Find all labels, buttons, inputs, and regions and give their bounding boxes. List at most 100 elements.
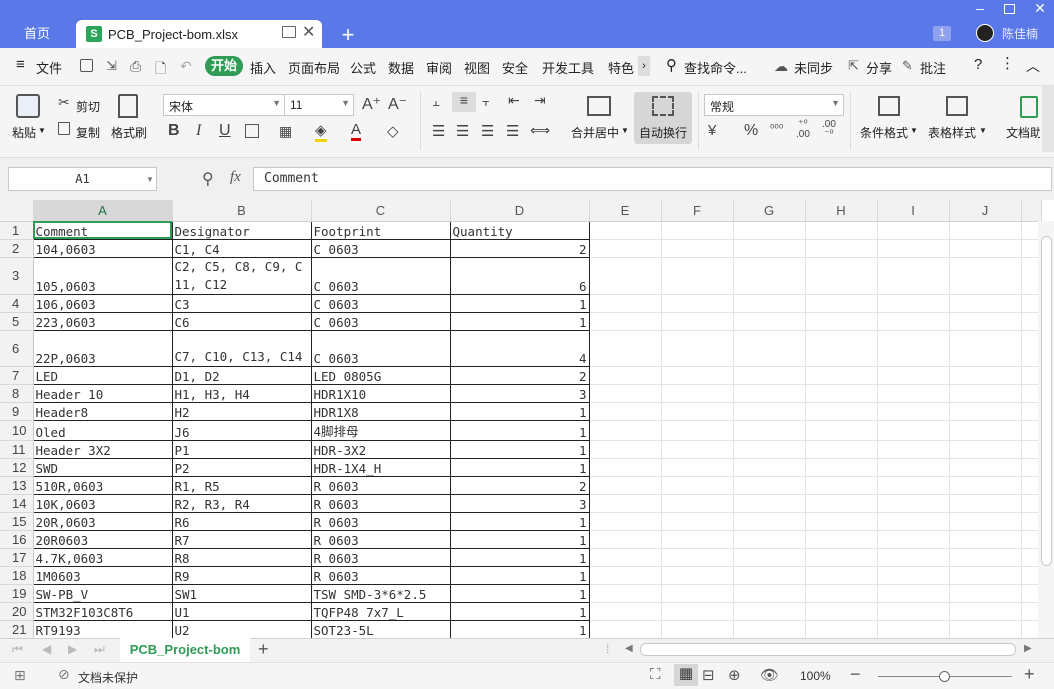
zoom-out-button[interactable]: − [850,664,861,685]
empty-cell[interactable] [805,494,878,513]
data-cell[interactable]: 1 [449,565,590,585]
empty-cell[interactable] [733,420,806,441]
menu-more-icon[interactable]: › [638,56,650,76]
data-cell[interactable]: C6 [171,311,312,331]
data-cell[interactable]: TSW SMD-3*6*2.5 [310,583,451,603]
empty-cell[interactable] [805,221,878,240]
empty-cell[interactable] [589,458,662,477]
empty-cell[interactable] [805,294,878,313]
decrease-font-icon[interactable]: A⁻ [388,94,407,114]
data-cell[interactable]: U1 [171,601,312,621]
data-cell[interactable]: SOT23-5L [310,619,451,638]
data-cell[interactable]: 1 [449,401,590,421]
bold-button[interactable]: B [168,122,180,140]
empty-cell[interactable] [949,221,1022,240]
row-header[interactable]: 15 [0,512,34,531]
empty-cell[interactable] [661,384,734,403]
empty-cell[interactable] [805,476,878,495]
maximize-icon[interactable] [1004,4,1015,14]
empty-cell[interactable] [661,620,734,638]
reading-mode-icon[interactable]: 👁 [760,666,779,684]
data-cell[interactable]: 1 [449,511,590,531]
scroll-left-icon[interactable]: ◀ [625,643,633,654]
data-cell[interactable]: 1 [449,619,590,638]
data-cell[interactable]: 4.7K,0603 [32,547,173,567]
menu-page-layout[interactable]: 页面布局 [288,58,340,77]
data-cell[interactable]: 20R0603 [32,529,173,549]
empty-cell[interactable] [589,548,662,567]
row-header[interactable]: 9 [0,402,34,421]
empty-cell[interactable] [733,312,806,331]
data-cell[interactable]: 20R,0603 [32,511,173,531]
paste-icon[interactable] [16,94,40,118]
ribbon-scroll[interactable] [1042,86,1054,152]
copy-icon[interactable] [58,122,70,135]
data-cell[interactable]: 3 [449,493,590,513]
notification-badge[interactable]: 1 [933,26,951,41]
empty-cell[interactable] [877,294,950,313]
menu-start[interactable]: 开始 [205,56,243,76]
function-button[interactable]: fx [230,169,241,186]
empty-cell[interactable] [733,584,806,603]
empty-cell[interactable] [877,566,950,585]
data-cell[interactable]: C1, C4 [171,238,312,258]
header-cell[interactable]: Footprint [310,220,451,240]
empty-cell[interactable] [589,312,662,331]
empty-cell[interactable] [661,257,734,295]
row-header[interactable]: 3 [0,257,34,295]
table-style-dropdown-icon[interactable]: ▼ [979,126,987,135]
merge-dropdown-icon[interactable]: ▼ [621,126,629,135]
empty-cell[interactable] [877,620,950,638]
zoom-search-icon[interactable]: ⚲ [202,169,214,189]
empty-cell[interactable] [661,440,734,459]
empty-cell[interactable] [877,384,950,403]
data-cell[interactable]: C 0603 [310,329,451,367]
copy-button[interactable]: 复制 [76,124,100,141]
prev-sheet-icon[interactable]: ◀ [42,642,51,656]
data-cell[interactable]: C3 [171,293,312,313]
border-icon[interactable] [245,124,259,138]
empty-cell[interactable] [877,366,950,385]
empty-cell[interactable] [805,239,878,258]
menu-file[interactable]: 文件 [36,58,62,77]
empty-cell[interactable] [733,257,806,295]
column-header[interactable]: B [172,200,312,222]
conditional-format-dropdown-icon[interactable]: ▼ [910,126,918,135]
row-header[interactable]: 10 [0,420,34,441]
search-icon[interactable]: ⚲ [666,56,677,74]
empty-cell[interactable] [949,366,1022,385]
empty-cell[interactable] [733,530,806,549]
data-cell[interactable]: 1 [449,529,590,549]
formula-input[interactable]: Comment [253,167,1052,191]
data-cell[interactable]: HDR1X8 [310,401,451,421]
empty-cell[interactable] [661,458,734,477]
empty-cell[interactable] [589,476,662,495]
restore-tab-icon[interactable] [282,26,296,38]
data-cell[interactable]: R1, R5 [171,475,312,495]
data-cell[interactable]: 2 [449,475,590,495]
empty-cell[interactable] [589,620,662,638]
empty-cell[interactable] [805,566,878,585]
empty-cell[interactable] [589,602,662,621]
currency-icon[interactable]: ¥ [708,122,716,139]
empty-cell[interactable] [733,440,806,459]
conditional-format-icon[interactable] [878,96,900,116]
zoom-slider-knob[interactable] [939,671,950,682]
data-cell[interactable]: 1 [449,311,590,331]
name-box[interactable]: A1 [8,167,157,191]
data-cell[interactable]: STM32F103C8T6 [32,601,173,621]
empty-cell[interactable] [805,257,878,295]
split-handle-icon[interactable]: ⁞ [606,642,609,656]
data-cell[interactable]: R 0603 [310,493,451,513]
data-cell[interactable]: R7 [171,529,312,549]
add-sheet-button[interactable]: + [258,639,269,660]
zoom-slider[interactable] [878,671,1012,682]
comment-icon[interactable]: ✎ [902,58,913,74]
empty-cell[interactable] [661,294,734,313]
row-header[interactable]: 11 [0,440,34,459]
align-center-icon[interactable]: ☰ [456,122,469,140]
empty-cell[interactable] [877,221,950,240]
data-cell[interactable]: R 0603 [310,475,451,495]
empty-cell[interactable] [661,566,734,585]
data-cell[interactable]: 3 [449,383,590,403]
